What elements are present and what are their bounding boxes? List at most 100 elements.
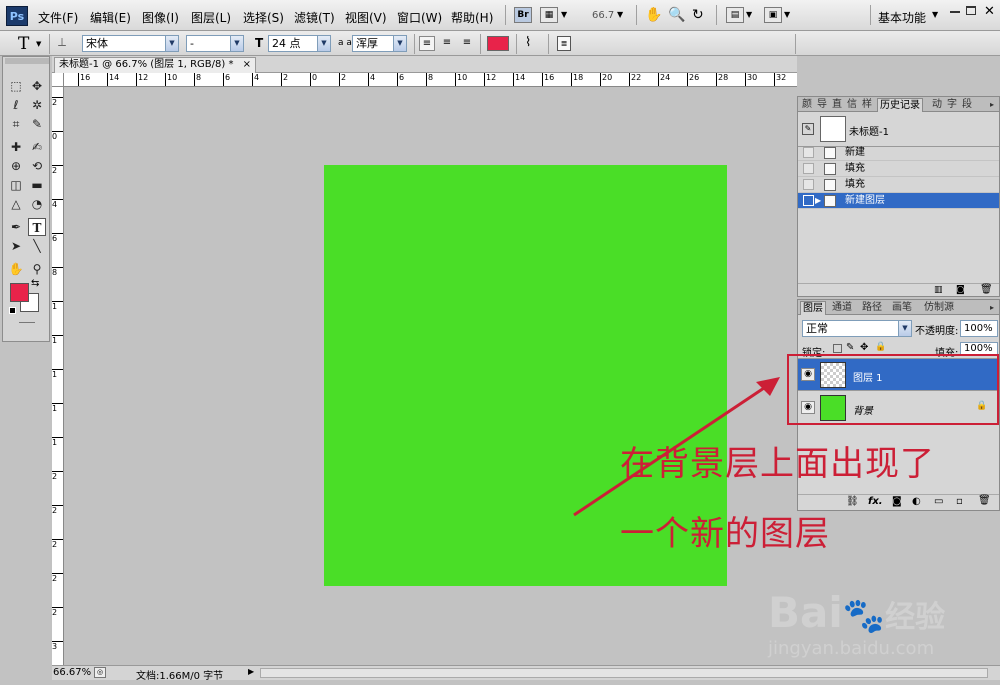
- font-style-select[interactable]: - ▼: [186, 35, 244, 52]
- menu-layer[interactable]: 图层(L): [191, 9, 231, 26]
- tab-channels[interactable]: 通道: [830, 301, 854, 315]
- history-checkbox[interactable]: [803, 195, 814, 206]
- panel-menu-icon[interactable]: ▸: [988, 98, 996, 112]
- screen-mode-dropdown-icon[interactable]: ▼: [784, 10, 790, 19]
- path-selection-icon[interactable]: ➤: [7, 237, 25, 255]
- screen-mode-icon[interactable]: ▣: [764, 7, 782, 23]
- zoom-tool-icon[interactable]: 🔍: [668, 7, 685, 23]
- blend-mode-select[interactable]: 正常 ▼: [802, 320, 912, 337]
- fx-icon[interactable]: fx.: [868, 496, 883, 507]
- menu-file[interactable]: 文件(F): [38, 9, 78, 26]
- type-tool-preset[interactable]: T: [18, 34, 29, 54]
- bridge-button[interactable]: Br: [514, 7, 532, 23]
- lock-pixels-icon[interactable]: ✎: [846, 342, 854, 353]
- new-layer-icon[interactable]: ▫: [956, 496, 963, 507]
- tab-styles[interactable]: 样: [860, 98, 874, 112]
- close-icon[interactable]: ✕: [984, 4, 995, 19]
- history-checkbox[interactable]: [803, 163, 814, 174]
- ruler-origin[interactable]: [52, 73, 64, 87]
- status-menu-arrow-icon[interactable]: ▶: [248, 667, 254, 676]
- warp-text-icon[interactable]: ⌇: [525, 35, 531, 50]
- type-tool-icon[interactable]: T: [28, 218, 46, 236]
- zoom-dropdown-icon[interactable]: ▼: [617, 10, 623, 19]
- zoom-tool-icon[interactable]: ⚲: [28, 260, 46, 278]
- lock-position-icon[interactable]: ✥: [860, 342, 868, 353]
- menu-image[interactable]: 图像(I): [142, 9, 179, 26]
- tab-paths[interactable]: 路径: [860, 301, 884, 315]
- history-snapshot[interactable]: ✎ 未标题-1: [798, 113, 999, 147]
- menu-help[interactable]: 帮助(H): [451, 9, 493, 26]
- gradient-tool-icon[interactable]: ▬: [28, 176, 46, 194]
- tab-animation[interactable]: 动: [930, 98, 944, 112]
- line-tool-icon[interactable]: ╲: [28, 237, 46, 255]
- close-icon[interactable]: ×: [243, 59, 251, 70]
- rotate-view-icon[interactable]: ↻: [692, 7, 704, 23]
- font-family-select[interactable]: 宋体 ▼: [82, 35, 179, 52]
- history-brush-icon[interactable]: ⟲: [28, 157, 46, 175]
- menu-window[interactable]: 窗口(W): [397, 9, 442, 26]
- move-tool-icon[interactable]: ✥: [28, 77, 46, 95]
- toolbox-grip[interactable]: [5, 58, 49, 64]
- history-checkbox[interactable]: [803, 147, 814, 158]
- trash-icon[interactable]: 🗑: [978, 495, 991, 506]
- history-item-selected[interactable]: ▶ 新建图层: [798, 193, 999, 209]
- panel-menu-icon[interactable]: ▸: [988, 301, 996, 315]
- document-tab[interactable]: 未标题-1 @ 66.7% (图层 1, RGB/8) * ×: [54, 57, 257, 73]
- trash-icon[interactable]: 🗑: [980, 284, 993, 295]
- marquee-tool-icon[interactable]: ⬚: [7, 77, 25, 95]
- menu-edit[interactable]: 编辑(E): [90, 9, 131, 26]
- brush-tool-icon[interactable]: ✍: [28, 138, 46, 156]
- minimize-icon[interactable]: [950, 11, 960, 13]
- new-document-from-state-icon[interactable]: ▥: [934, 285, 943, 295]
- align-left-icon[interactable]: ≡: [419, 36, 435, 51]
- adjustment-icon[interactable]: ◐: [912, 496, 921, 507]
- status-zoom[interactable]: 66.67%: [53, 667, 91, 678]
- tab-paragraph[interactable]: 段: [960, 98, 974, 112]
- tab-brushes[interactable]: 画笔: [890, 301, 914, 315]
- clone-stamp-icon[interactable]: ⊕: [7, 157, 25, 175]
- pen-tool-icon[interactable]: ✒: [7, 218, 25, 236]
- opacity-input[interactable]: 100%: [960, 320, 998, 337]
- arrange-dropdown-icon[interactable]: ▼: [746, 10, 752, 19]
- lock-transparency-icon[interactable]: [833, 344, 842, 353]
- align-center-icon[interactable]: ≡: [439, 36, 455, 51]
- preset-dropdown-icon[interactable]: ▼: [36, 40, 41, 48]
- workspace-dropdown-icon[interactable]: ▼: [932, 10, 938, 19]
- default-colors-icon[interactable]: [9, 307, 16, 314]
- tab-color[interactable]: 颜: [800, 98, 814, 112]
- hand-tool-icon[interactable]: ✋: [7, 260, 25, 278]
- history-item[interactable]: 填充: [798, 177, 999, 193]
- group-icon[interactable]: ▭: [934, 496, 943, 507]
- tab-info[interactable]: 信: [845, 98, 859, 112]
- extras-icon[interactable]: ▦: [540, 7, 558, 23]
- lock-all-icon[interactable]: 🔒: [875, 342, 886, 352]
- new-snapshot-icon[interactable]: ◙: [956, 285, 965, 295]
- blur-tool-icon[interactable]: △: [7, 195, 25, 213]
- antialias-select[interactable]: 浑厚 ▼: [352, 35, 407, 52]
- swap-colors-icon[interactable]: ⇆: [31, 278, 39, 289]
- tab-history[interactable]: 历史记录: [877, 98, 923, 112]
- link-icon[interactable]: ⛓: [846, 496, 859, 507]
- workspace-switcher[interactable]: 基本功能: [878, 9, 926, 26]
- chevron-down-icon[interactable]: ▼: [561, 10, 567, 19]
- tab-character[interactable]: 字: [945, 98, 959, 112]
- eraser-tool-icon[interactable]: ◫: [7, 176, 25, 194]
- maximize-icon[interactable]: [966, 6, 976, 15]
- menu-filter[interactable]: 滤镜(T): [294, 9, 335, 26]
- align-right-icon[interactable]: ≡: [459, 36, 475, 51]
- crop-tool-icon[interactable]: ⌗: [7, 115, 25, 133]
- menu-view[interactable]: 视图(V): [345, 9, 387, 26]
- character-panel-icon[interactable]: ≣: [557, 36, 571, 51]
- mask-icon[interactable]: ◙: [892, 496, 902, 507]
- quick-mask-icon[interactable]: [19, 322, 35, 323]
- text-color-swatch[interactable]: [487, 36, 509, 51]
- magic-wand-icon[interactable]: ✲: [28, 96, 46, 114]
- tab-navigator[interactable]: 导: [815, 98, 829, 112]
- history-item[interactable]: 新建: [798, 145, 999, 161]
- history-brush-source-icon[interactable]: ✎: [802, 123, 814, 135]
- tab-layers[interactable]: 图层: [800, 301, 826, 315]
- arrange-documents-icon[interactable]: ▤: [726, 7, 744, 23]
- lasso-tool-icon[interactable]: ℓ: [7, 96, 25, 114]
- horizontal-scrollbar[interactable]: [260, 668, 988, 678]
- history-item[interactable]: 填充: [798, 161, 999, 177]
